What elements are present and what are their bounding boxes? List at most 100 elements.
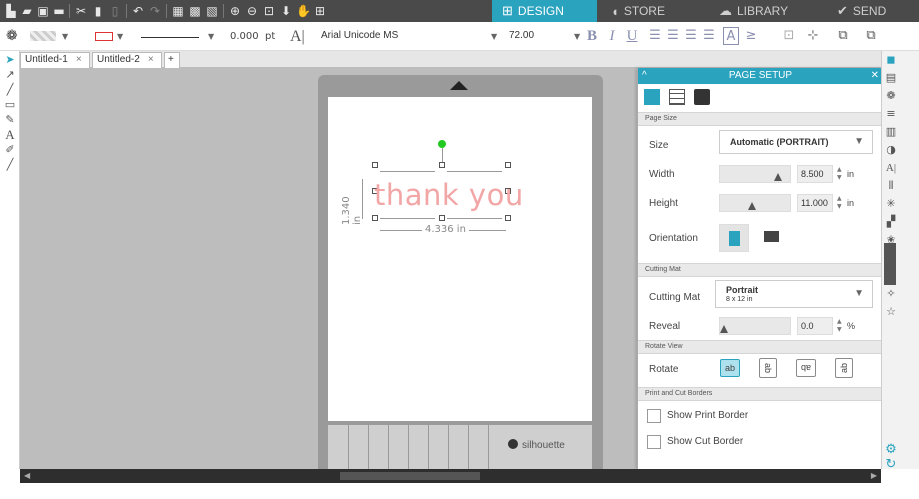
resize-handle[interactable] [372,215,378,221]
undo-icon[interactable]: ↶ [131,4,145,18]
text-tool-icon[interactable]: A [3,128,17,142]
text-style-icon[interactable]: A| [290,28,305,45]
line-tool-icon[interactable]: ╱ [3,83,17,97]
slider-knob[interactable] [720,325,728,333]
fill-palette-icon[interactable]: ❁ [6,28,18,45]
close-icon[interactable]: ✕ [871,68,879,84]
pan-hand-icon[interactable]: ✋ [296,4,311,18]
resize-handle[interactable] [372,162,378,168]
spinner-down-icon[interactable]: ▼ [837,175,842,181]
design-store-icon[interactable]: ▤ [884,71,898,85]
reveal-slider[interactable] [719,317,791,335]
chevron-down-icon[interactable]: ▼ [62,28,68,45]
zoom-select-icon[interactable]: ⊡ [262,4,276,18]
slider-knob[interactable] [774,173,782,181]
font-size-field[interactable]: 72.00 [505,28,545,45]
page-size-select[interactable]: Automatic (PORTRAIT) ▼ [719,130,873,154]
bring-to-front-icon[interactable]: ⧉ [836,27,850,45]
select-by-color-icon[interactable]: ▧ [205,4,219,18]
collapse-chevron-icon[interactable]: ^ [642,68,647,84]
zoom-out-icon[interactable]: ⊖ [245,4,259,18]
chevron-down-icon[interactable]: ▼ [574,28,580,45]
rotate-90-button[interactable]: ab [759,358,777,378]
save-icon[interactable]: ▣ [36,4,50,18]
eraser-tool-icon[interactable]: ✐ [3,143,17,157]
bold-button[interactable]: B [585,27,599,45]
close-icon[interactable]: × [148,54,154,65]
close-icon[interactable]: × [76,54,82,65]
mat-grid-mode-icon[interactable] [669,89,685,105]
show-cut-border-checkbox[interactable] [647,435,661,449]
tab-design[interactable]: ⊞ DESIGN [492,0,597,22]
spinner-down-icon[interactable]: ▼ [837,327,842,333]
tab-store[interactable]: ◖ STORE [597,0,707,22]
tab-send[interactable]: ✔ SEND [817,0,919,22]
modify-icon[interactable]: ▞ [884,215,898,229]
spinner-up-icon[interactable]: ▲ [837,319,842,325]
italic-button[interactable]: I [605,27,619,45]
spinner-up-icon[interactable]: ▲ [837,196,842,202]
paste-icon[interactable]: ▯ [108,4,122,18]
group-icon[interactable]: ⊡ [782,27,796,45]
tab-library[interactable]: ☁ LIBRARY [707,0,817,22]
line-weight-value[interactable]: 0.000 [230,28,259,45]
chevron-down-icon[interactable]: ▼ [208,28,214,45]
text-icon[interactable]: A| [884,161,898,175]
redo-icon[interactable]: ↷ [148,4,162,18]
replicate-icon[interactable]: ✳ [884,197,898,211]
point-edit-tool-icon[interactable]: ↗ [3,68,17,82]
cutting-mat-select[interactable]: Portrait 8 x 12 in ▼ [715,280,873,308]
show-print-border-checkbox[interactable] [647,409,661,423]
resize-handle[interactable] [439,215,445,221]
page-setup-icon[interactable]: ◼ [884,53,898,67]
line-style-preview[interactable] [141,37,199,38]
thank-you-text[interactable]: thank you [374,178,524,212]
line-style-icon[interactable]: ≡ [884,107,898,121]
tab-untitled-2[interactable]: Untitled-2 × [92,52,162,68]
height-field[interactable]: 11.000 [797,194,833,212]
width-slider[interactable] [719,165,791,183]
grid-icon[interactable]: ⊞ [313,4,327,18]
align-right-icon[interactable]: ☰ [684,27,698,45]
send-to-back-icon[interactable]: ⧉ [864,27,878,45]
align-center-icon[interactable]: ☰ [666,27,680,45]
rotate-0-button[interactable]: ab [720,359,740,377]
ungroup-icon[interactable]: ⊹ [806,27,820,45]
resize-handle[interactable] [439,162,445,168]
new-document-icon[interactable]: ▙ [4,4,18,18]
slider-knob[interactable] [748,202,756,210]
zoom-in-icon[interactable]: ⊕ [228,4,242,18]
rotate-270-button[interactable]: ab [835,358,853,378]
fill-color-icon[interactable]: ❁ [884,89,898,103]
fill-pattern-swatch[interactable] [30,31,56,41]
tab-untitled-1[interactable]: Untitled-1 × [20,52,90,68]
underline-button[interactable]: U [625,27,639,45]
scroll-left-icon[interactable]: ◀ [24,471,30,480]
width-field[interactable]: 8.500 [797,165,833,183]
panel-scrollbar[interactable] [884,243,896,285]
fit-to-page-icon[interactable]: ⬇ [279,4,293,18]
align-left-icon[interactable]: ☰ [648,27,662,45]
scroll-right-icon[interactable]: ▶ [871,471,877,480]
page-setup-mode-icon[interactable] [644,89,660,105]
select-all-icon[interactable]: ▦ [171,4,185,18]
portrait-orientation-button[interactable] [719,224,749,252]
spinner-up-icon[interactable]: ▲ [837,167,842,173]
copy-icon[interactable]: ▮ [91,4,105,18]
knife-tool-icon[interactable]: ╱ [3,158,17,172]
text-box-icon[interactable]: A [723,27,739,45]
refresh-icon[interactable]: ↻ [884,458,898,472]
deselect-icon[interactable]: ▩ [188,4,202,18]
rectangle-tool-icon[interactable]: ▭ [3,98,17,112]
trace-icon[interactable]: ✧ [884,287,898,301]
text-style-panel-icon[interactable]: ▥ [884,125,898,139]
chevron-down-icon[interactable]: ▼ [117,28,123,45]
chevron-down-icon[interactable]: ▼ [491,28,497,45]
print-icon[interactable]: ▬ [52,4,66,18]
horizontal-scrollbar[interactable]: ◀ ▶ [20,469,881,483]
rotate-handle[interactable] [438,140,446,148]
cut-icon[interactable]: ✂ [74,4,88,18]
registration-marks-mode-icon[interactable] [694,89,710,105]
text-on-path-icon[interactable]: ≥ [744,27,758,45]
pencil-tool-icon[interactable]: ✎ [3,113,17,127]
